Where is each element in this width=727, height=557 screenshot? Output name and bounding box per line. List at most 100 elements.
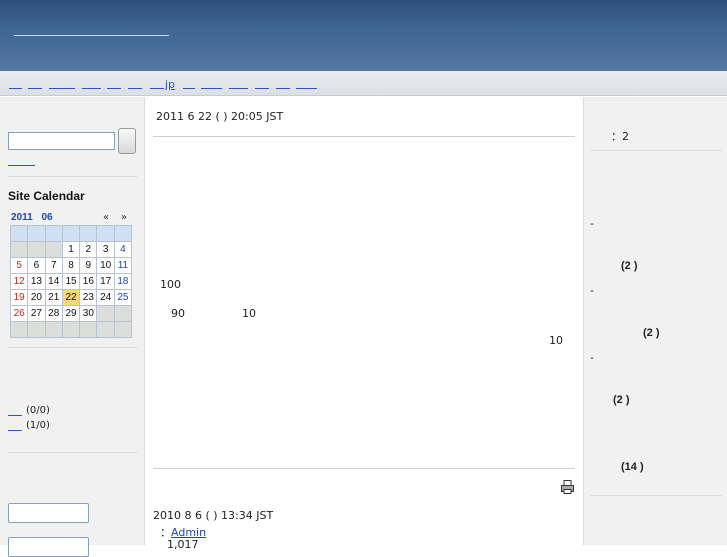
nav-link-7[interactable]	[150, 88, 164, 89]
calendar-day-today: 22	[61, 289, 81, 306]
calendar-weekday-row	[9, 225, 133, 242]
divider	[8, 347, 137, 348]
left-sidebar: Site Calendar 2011 06 « » 1 2 3 4 5 6 7 …	[0, 97, 145, 557]
calendar-day: 30	[79, 305, 98, 322]
calendar-day	[96, 321, 115, 338]
item-count: (14 )	[621, 461, 644, 473]
calendar-day: 23	[79, 289, 98, 306]
calendar-day: 9	[79, 257, 98, 274]
calendar-week	[9, 321, 133, 338]
search-input[interactable]	[8, 132, 115, 150]
nav-link-4[interactable]	[82, 88, 101, 89]
calendar-title: Site Calendar	[8, 189, 85, 203]
stat-text: ：2	[611, 130, 629, 143]
calendar-day: 25	[113, 289, 133, 306]
login-username-input[interactable]	[8, 503, 89, 523]
nav-bar: jp	[0, 71, 727, 96]
calendar-day: 27	[27, 305, 46, 322]
login-password-input[interactable]	[8, 537, 89, 557]
nav-link-8[interactable]	[183, 88, 195, 89]
weekday-cell	[9, 225, 29, 242]
divider	[590, 150, 722, 151]
article-text: 10	[549, 334, 563, 347]
calendar-day: 2	[79, 241, 98, 258]
calendar-day	[27, 241, 46, 258]
article-date: 2010 8 6 ( ) 13:34 JST	[153, 509, 274, 522]
nav-link-12[interactable]	[276, 88, 290, 89]
list-dash: -	[590, 217, 594, 230]
calendar-day	[27, 321, 46, 338]
calendar-day: 8	[61, 257, 81, 274]
calendar-day: 12	[9, 273, 29, 290]
calendar-day	[44, 241, 63, 258]
nav-link-jp[interactable]: jp	[165, 78, 175, 91]
calendar-day: 19	[9, 289, 29, 306]
advanced-search-link[interactable]	[8, 165, 35, 166]
calendar-day: 28	[44, 305, 63, 322]
count-row[interactable]: (0/0)	[8, 405, 50, 416]
weekday-cell	[61, 225, 81, 242]
list-dash: -	[590, 284, 594, 297]
site-title-link[interactable]	[14, 22, 169, 36]
count-link[interactable]	[8, 430, 22, 431]
divider	[153, 468, 575, 469]
calendar-day	[9, 321, 29, 338]
nav-link-3[interactable]	[49, 88, 75, 89]
weekday-cell	[113, 225, 133, 242]
search-button[interactable]	[118, 128, 136, 154]
nav-link-11[interactable]	[255, 88, 269, 89]
nav-link-2[interactable]	[28, 88, 42, 89]
calendar-day	[113, 305, 133, 322]
calendar-week: 1 2 3 4	[9, 241, 133, 258]
article-text: 10	[242, 307, 256, 320]
calendar-day	[61, 321, 81, 338]
calendar-day: 10	[96, 257, 115, 274]
nav-link-9[interactable]	[201, 88, 222, 89]
article-text: 90	[171, 307, 185, 320]
item-count: (2 )	[643, 327, 660, 339]
divider	[8, 452, 137, 453]
article-text: 100	[160, 278, 181, 291]
right-sidebar: ：2 - (2 ) - (2 ) - (2 ) (14 )	[583, 97, 727, 545]
count-value: (1/0)	[26, 420, 50, 431]
list-dash: -	[590, 351, 594, 364]
calendar-day: 26	[9, 305, 29, 322]
count-row[interactable]: (1/0)	[8, 420, 50, 431]
calendar-year-month: 2011 06	[11, 212, 53, 223]
calendar-day	[96, 305, 115, 322]
calendar-day	[9, 241, 29, 258]
calendar-day: 4	[113, 241, 133, 258]
calendar-day: 6	[27, 257, 46, 274]
calendar-day: 17	[96, 273, 115, 290]
item-count: (2 )	[621, 260, 638, 272]
calendar-day: 1	[61, 241, 81, 258]
article-date: 2011 6 22 ( ) 20:05 JST	[156, 110, 284, 123]
calendar-day: 21	[44, 289, 63, 306]
weekday-cell	[44, 225, 63, 242]
calendar-week: 5 6 7 8 9 10 11	[9, 257, 133, 274]
calendar-week: 26 27 28 29 30	[9, 305, 133, 322]
nav-link-5[interactable]	[107, 88, 121, 89]
calendar-day	[79, 321, 98, 338]
printer-icon[interactable]	[561, 480, 574, 494]
divider	[8, 176, 137, 177]
calendar-day: 14	[44, 273, 63, 290]
main-content: 2011 6 22 ( ) 20:05 JST 100 90 10 10 201…	[145, 97, 583, 551]
calendar-week: 12 13 14 15 16 17 18	[9, 273, 133, 290]
calendar-day: 18	[113, 273, 133, 290]
calendar-prev-button[interactable]: «	[103, 212, 109, 223]
nav-link-6[interactable]	[128, 88, 142, 89]
calendar-week: 19 20 21 22 23 24 25	[9, 289, 133, 306]
nav-link-13[interactable]	[296, 88, 317, 89]
nav-link-1[interactable]	[9, 88, 22, 89]
divider	[590, 495, 722, 496]
divider	[153, 136, 575, 137]
weekday-cell	[79, 225, 98, 242]
nav-link-10[interactable]	[229, 88, 248, 89]
calendar-next-button[interactable]: »	[121, 212, 127, 223]
calendar-day: 16	[79, 273, 98, 290]
calendar-day: 13	[27, 273, 46, 290]
calendar-day: 7	[44, 257, 63, 274]
weekday-cell	[96, 225, 115, 242]
count-link[interactable]	[8, 415, 22, 416]
